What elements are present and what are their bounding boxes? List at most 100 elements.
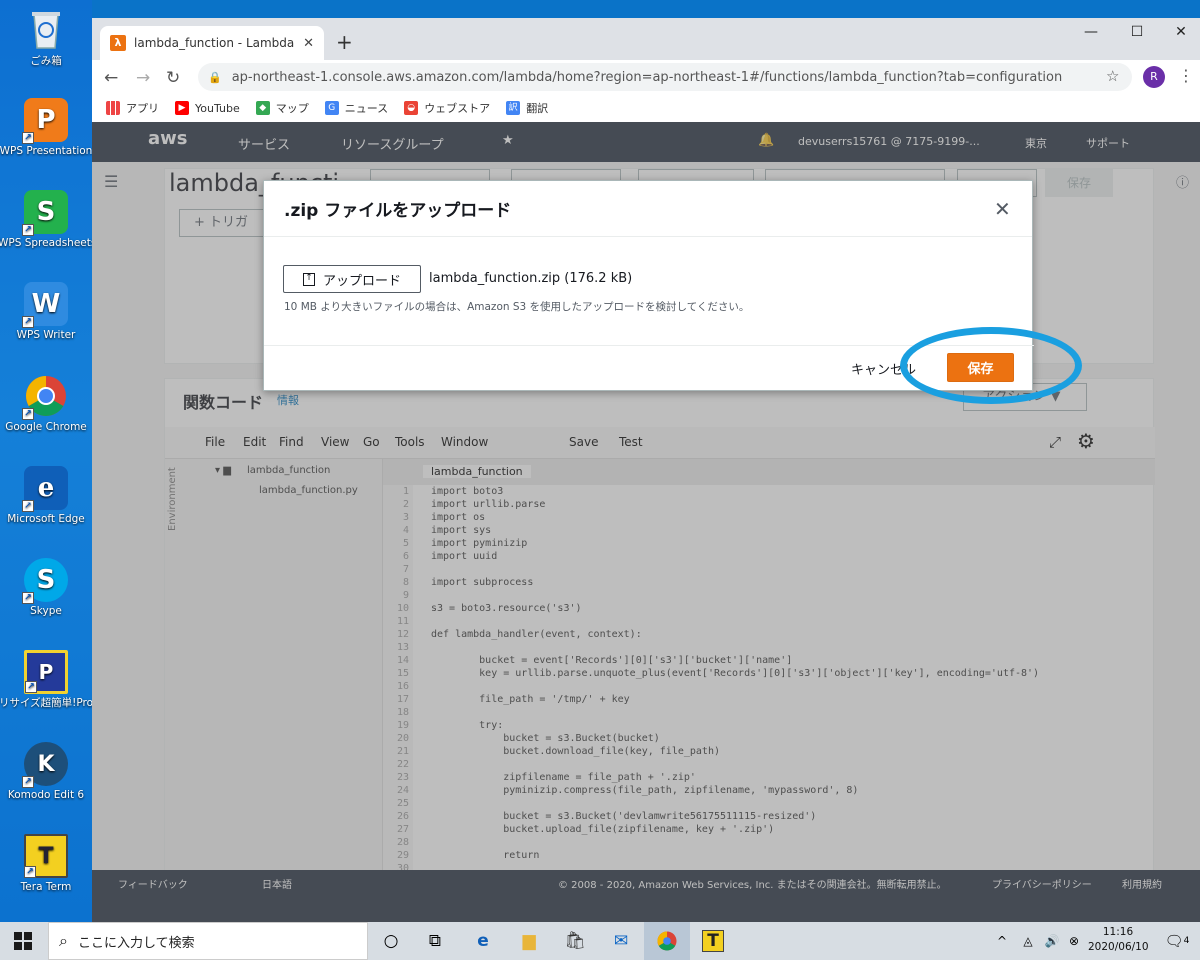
bookmark-label: マップ — [275, 102, 309, 115]
back-icon[interactable]: ← — [104, 68, 118, 88]
desktop-icon-label: Microsoft Edge — [7, 513, 85, 525]
tab-title: lambda_function - Lambda — [134, 36, 295, 50]
desktop-icon-label: ごみ箱 — [30, 55, 62, 67]
ime-icon[interactable]: ⊗ — [1062, 922, 1086, 960]
menu-kebab-icon[interactable]: ⋮ — [1178, 66, 1194, 85]
teraterm-taskbar-icon[interactable]: T — [690, 922, 736, 960]
desktop-icon-label: WPS Presentation — [0, 145, 93, 157]
network-icon[interactable]: ◬ — [1016, 922, 1040, 960]
edge-icon: e ↗ — [22, 466, 68, 512]
desktop-icon-teraterm[interactable]: T ↗ Tera Term — [0, 834, 92, 894]
bookmark-label: YouTube — [195, 101, 240, 115]
store-icon[interactable]: 🛍 — [552, 922, 598, 960]
notification-count: 4 — [1183, 936, 1190, 946]
bookmark-apps[interactable]: アプリ — [106, 100, 159, 116]
notification-icon[interactable]: 🗨 4 — [1154, 922, 1200, 960]
chrome-taskbar-icon[interactable] — [644, 922, 690, 960]
tab-bar: λ lambda_function - Lambda ✕ + — ☐ ✕ — [92, 18, 1200, 60]
desktop-icon-google-chrome[interactable]: ↗ Google Chrome — [0, 374, 92, 434]
webstore-icon: ◒ — [404, 101, 419, 115]
new-tab-icon[interactable]: + — [336, 30, 353, 54]
address-bar-row: ← → ↻ 🔒 ap-northeast-1.console.aws.amazo… — [92, 60, 1200, 94]
desktop-icon-label: WPS Spreadsheets — [0, 237, 94, 249]
translate-icon: 訳 — [506, 101, 521, 115]
maps-icon: ◆ — [255, 101, 270, 115]
url-text: ap-northeast-1.console.aws.amazon.com/la… — [231, 69, 1063, 85]
upload-button[interactable]: ↑ アップロード — [283, 265, 421, 293]
bookmarks-bar: アプリ ▶ YouTube ◆ マップ G ニュース ◒ ウェブストア 訳翻訳 — [92, 94, 1200, 122]
recycle-bin-icon — [24, 8, 68, 52]
close-icon[interactable]: ✕ — [994, 197, 1011, 221]
bookmark-youtube[interactable]: ▶ YouTube — [175, 101, 240, 115]
maximize-icon[interactable]: ☐ — [1114, 24, 1160, 40]
bookmark-label: アプリ — [126, 102, 159, 115]
bookmark-label: ウェブストア — [424, 102, 491, 115]
selected-file-name: lambda_function.zip (176.2 kB) — [429, 271, 633, 286]
upload-icon: ↑ — [302, 272, 315, 286]
wps-presentation-icon: P ↗ — [22, 98, 68, 144]
desktop-icon-komodo[interactable]: K ↗ Komodo Edit 6 — [0, 742, 92, 802]
file-explorer-icon[interactable]: ▆ — [506, 922, 552, 960]
bookmark-webstore[interactable]: ◒ ウェブストア — [404, 100, 490, 116]
desktop-icon-label: Google Chrome — [5, 421, 87, 433]
bookmark-maps[interactable]: ◆ マップ — [255, 100, 309, 116]
desktop-icon-skype[interactable]: S ↗ Skype — [0, 558, 92, 618]
desktop-icon-label: Skype — [30, 605, 62, 617]
wps-writer-icon: W ↗ — [22, 282, 68, 328]
size-hint: 10 MB より大きいファイルの場合は、Amazon S3 を使用したアップロー… — [284, 301, 750, 313]
lock-icon: 🔒 — [208, 70, 222, 84]
desktop-icon-recycle-bin[interactable]: ごみ箱 — [0, 8, 92, 68]
edge-taskbar-icon[interactable]: e — [460, 922, 506, 960]
clock-time: 11:16 — [1102, 926, 1134, 938]
windows-taskbar: ⌕ ここに入力して検索 ○ ⧉ e ▆ 🛍 ✉ T ^ ◬ 🔊 ⊗ 11:16 … — [0, 922, 1200, 960]
windows-start-icon[interactable] — [0, 922, 46, 960]
search-icon: ⌕ — [59, 931, 68, 950]
close-window-icon[interactable]: ✕ — [1158, 24, 1200, 40]
tray-chevron-icon[interactable]: ^ — [990, 922, 1014, 960]
browser-tab[interactable]: λ lambda_function - Lambda ✕ — [100, 26, 324, 60]
bookmark-label: 翻訳 — [526, 102, 549, 115]
wps-spreadsheets-icon: S ↗ — [22, 190, 68, 236]
modal-title: .zip ファイルをアップロード — [264, 181, 1032, 237]
task-view-icon[interactable]: ⧉ — [412, 922, 458, 960]
desktop-icon-label: リサイズ超簡単!Pro — [0, 697, 94, 709]
search-placeholder: ここに入力して検索 — [77, 935, 195, 951]
mail-icon[interactable]: ✉ — [598, 922, 644, 960]
bookmark-news[interactable]: G ニュース — [324, 100, 389, 116]
minimize-icon[interactable]: — — [1068, 24, 1114, 40]
reload-icon[interactable]: ↻ — [166, 68, 180, 88]
bookmark-translate[interactable]: 訳翻訳 — [506, 100, 548, 116]
desktop-icon-wps-presentation[interactable]: P ↗ WPS Presentation — [0, 98, 92, 158]
highlight-annotation-circle — [900, 327, 1082, 404]
resize-pro-icon: P ↗ — [24, 650, 68, 694]
skype-icon: S ↗ — [22, 558, 68, 604]
profile-avatar[interactable]: R — [1143, 66, 1165, 88]
taskbar-search[interactable]: ⌕ ここに入力して検索 — [48, 922, 368, 960]
desktop: ごみ箱 P ↗ WPS Presentation S ↗ WPS Spreadshe… — [0, 0, 94, 922]
komodo-icon: K ↗ — [22, 742, 68, 788]
desktop-icon-wps-spreadsheets[interactable]: S ↗ WPS Spreadsheets — [0, 190, 94, 250]
volume-icon[interactable]: 🔊 — [1040, 922, 1064, 960]
desktop-icon-label: WPS Writer — [16, 329, 76, 341]
youtube-icon: ▶ — [175, 101, 189, 115]
teraterm-icon: T ↗ — [24, 834, 68, 878]
omnibox[interactable]: 🔒 ap-northeast-1.console.aws.amazon.com/… — [198, 63, 1132, 91]
bookmark-label: ニュース — [344, 102, 389, 115]
cortana-icon[interactable]: ○ — [368, 922, 414, 960]
upload-button-label: アップロード — [322, 273, 401, 289]
desktop-icon-wps-writer[interactable]: W ↗ WPS Writer — [0, 282, 92, 342]
chrome-icon: ↗ — [22, 374, 68, 420]
close-tab-icon[interactable]: ✕ — [303, 36, 314, 51]
bookmark-star-icon[interactable]: ☆ — [1106, 67, 1119, 85]
desktop-icon-label: Komodo Edit 6 — [7, 789, 85, 801]
aws-lambda-favicon-icon: λ — [110, 35, 126, 51]
desktop-icon-label: Tera Term — [20, 881, 72, 893]
desktop-icon-resize-pro[interactable]: P ↗ リサイズ超簡単!Pro — [0, 650, 94, 710]
news-icon: G — [324, 101, 339, 115]
forward-icon[interactable]: → — [136, 68, 150, 88]
clock-date: 2020/06/10 — [1088, 941, 1149, 953]
browser-window: λ lambda_function - Lambda ✕ + — ☐ ✕ ← →… — [92, 18, 1200, 922]
apps-grid-icon — [106, 101, 120, 115]
desktop-icon-microsoft-edge[interactable]: e ↗ Microsoft Edge — [0, 466, 92, 526]
taskbar-clock[interactable]: 11:16 2020/06/10 — [1088, 925, 1149, 955]
